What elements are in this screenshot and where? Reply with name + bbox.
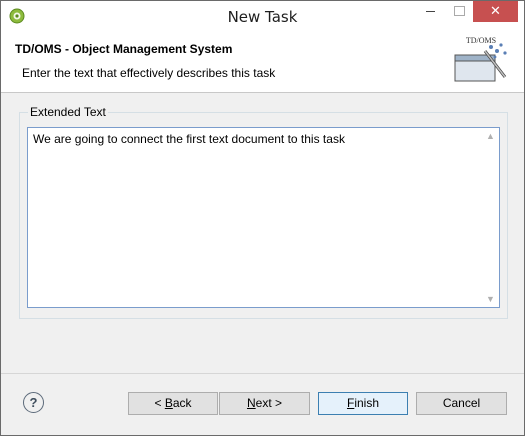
next-mnemonic: N (246, 396, 256, 410)
header-description: Enter the text that effectively describe… (22, 66, 276, 80)
chevron-up-icon[interactable]: ▲ (486, 131, 495, 141)
next-label: ext > (255, 396, 283, 410)
cancel-button[interactable]: Cancel (416, 392, 507, 415)
minimize-button[interactable] (417, 1, 445, 22)
back-prefix: < (154, 396, 165, 410)
extended-text-value: We are going to connect the first text d… (33, 132, 345, 146)
tdoms-logo: TD/OMS (451, 33, 511, 89)
extended-text-label: Extended Text (28, 105, 108, 119)
title-bar[interactable]: New Task ✕ (1, 1, 524, 31)
maximize-button (445, 1, 473, 22)
back-button[interactable]: < Back (128, 392, 218, 415)
header-title: TD/OMS - Object Management System (15, 42, 233, 56)
back-label: ack (172, 396, 192, 410)
vertical-scrollbar[interactable]: ▲ ▼ (482, 128, 499, 307)
logo-text: TD/OMS (466, 36, 496, 45)
back-mnemonic: B (164, 396, 173, 410)
extended-text-field[interactable]: We are going to connect the first text d… (27, 127, 500, 308)
wizard-header: TD/OMS - Object Management System Enter … (1, 31, 524, 93)
finish-label: inish (354, 396, 380, 410)
next-button[interactable]: Next > (219, 392, 310, 415)
dialog-window: New Task ✕ TD/OMS - Object Management Sy… (0, 0, 525, 436)
close-button[interactable]: ✕ (473, 1, 518, 22)
finish-button[interactable]: Finish (318, 392, 408, 415)
button-bar-separator (1, 373, 524, 374)
help-icon[interactable]: ? (23, 392, 44, 413)
chevron-down-icon[interactable]: ▼ (486, 294, 495, 304)
